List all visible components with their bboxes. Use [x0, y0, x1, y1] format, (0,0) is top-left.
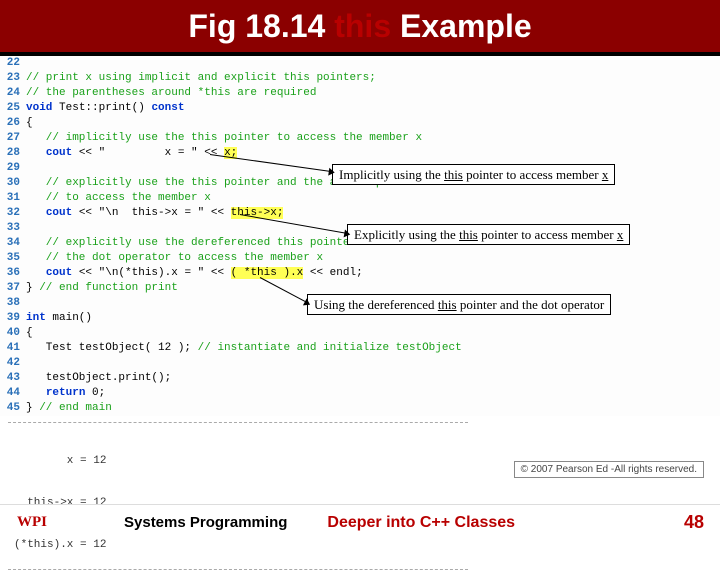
output-line: (*this).x = 12 — [14, 538, 462, 552]
line-number: 34 — [4, 236, 26, 251]
line-number: 27 — [4, 131, 26, 146]
callout-deref: Using the dereferenced this pointer and … — [307, 294, 611, 315]
wpi-logo: WPI — [10, 510, 54, 536]
slide-title: Fig 18.14 this Example — [188, 8, 531, 45]
title-keyword: this — [334, 8, 391, 44]
line-number: 43 — [4, 371, 26, 386]
page-number: 48 — [684, 512, 704, 533]
line-number: 28 — [4, 146, 26, 161]
title-pre: Fig 18.14 — [188, 8, 334, 44]
code-listing: 22 23// print x using implicit and expli… — [0, 56, 720, 416]
line-number: 36 — [4, 266, 26, 281]
line-number: 25 — [4, 101, 26, 116]
line-number: 22 — [4, 56, 26, 71]
copyright-notice: © 2007 Pearson Ed -All rights reserved. — [514, 461, 704, 478]
line-number: 45 — [4, 401, 26, 416]
line-number: 23 — [4, 71, 26, 86]
line-number: 39 — [4, 311, 26, 326]
program-output: x = 12 this->x = 12 (*this).x = 12 — [8, 422, 468, 570]
line-number: 30 — [4, 176, 26, 191]
line-number: 35 — [4, 251, 26, 266]
line-number: 41 — [4, 341, 26, 356]
line-number: 26 — [4, 116, 26, 131]
line-number: 38 — [4, 296, 26, 311]
footer-center: Deeper into C++ Classes — [327, 514, 684, 532]
line-number: 31 — [4, 191, 26, 206]
callout-implicit: Implicitly using the this pointer to acc… — [332, 164, 615, 185]
line-number: 42 — [4, 356, 26, 371]
line-number: 37 — [4, 281, 26, 296]
line-number: 29 — [4, 161, 26, 176]
output-line: x = 12 — [14, 454, 462, 468]
line-number: 24 — [4, 86, 26, 101]
title-bar: Fig 18.14 this Example — [0, 0, 720, 56]
footer: WPI Systems Programming Deeper into C++ … — [0, 504, 720, 540]
line-number: 32 — [4, 206, 26, 221]
line-number: 40 — [4, 326, 26, 341]
footer-left: Systems Programming — [124, 514, 287, 531]
line-number: 44 — [4, 386, 26, 401]
callout-explicit: Explicitly using the this pointer to acc… — [347, 224, 630, 245]
line-number: 33 — [4, 221, 26, 236]
title-post: Example — [391, 8, 532, 44]
